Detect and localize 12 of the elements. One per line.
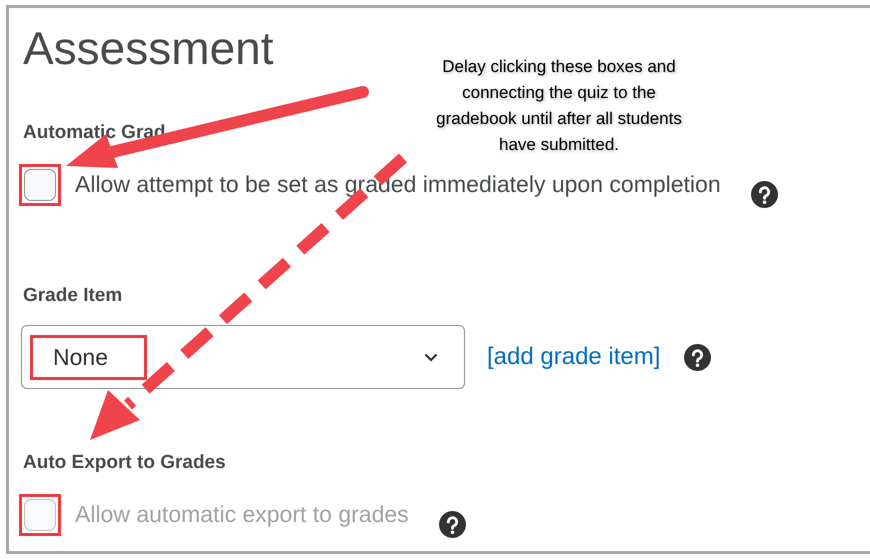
chevron-icon [424,352,438,362]
help-icon[interactable] [438,511,466,538]
help-icon[interactable] [684,344,712,370]
selected-value: None [53,344,108,370]
dropdown[interactable]: None [21,325,465,389]
section-heading: Auto Export to Grades [23,453,226,473]
checkbox-label: Allow automatic export to grades [75,501,409,528]
add-grade-item-link[interactable]: [add grade item] [487,343,660,371]
help-icon[interactable] [750,181,778,208]
page-title: Assessment [23,21,274,76]
section-heading: Grade Item [23,286,122,306]
callout-text: Delay clicking these boxes and connecting the quiz to the gradebook until after all students have submitted. [435,56,683,156]
